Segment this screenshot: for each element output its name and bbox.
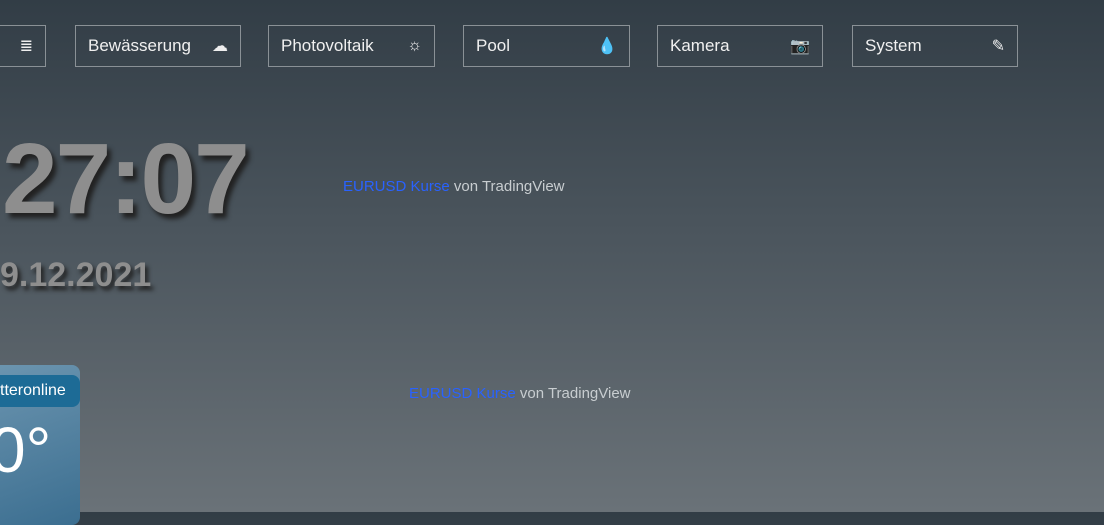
weather-temperature: 0° bbox=[0, 414, 52, 486]
nav-label: Photovoltaik bbox=[281, 36, 374, 55]
clock-time: 27:07 bbox=[2, 123, 250, 235]
tradingview-widget-2: EURUSD Kurse von TradingView bbox=[409, 385, 631, 402]
nav-kamera[interactable]: Kamera 📷 bbox=[657, 25, 823, 67]
tradingview-link[interactable]: EURUSD Kurse bbox=[343, 178, 450, 195]
menu-icon: ≣ bbox=[19, 38, 33, 55]
nav-system[interactable]: System ✎ bbox=[852, 25, 1018, 67]
nav-pool[interactable]: Pool 💧 bbox=[463, 25, 630, 67]
rain-cloud-icon: ☁ bbox=[212, 38, 228, 55]
sun-icon: ☼ bbox=[407, 37, 422, 54]
menu-button[interactable]: ≣ bbox=[0, 25, 46, 67]
tradingview-suffix: von TradingView bbox=[449, 178, 565, 195]
nav-label: Pool bbox=[476, 36, 511, 55]
tradingview-link[interactable]: EURUSD Kurse bbox=[409, 385, 516, 402]
weather-brand: tteronline bbox=[0, 375, 80, 407]
water-drop-icon: 💧 bbox=[597, 38, 617, 55]
pencil-icon: ✎ bbox=[991, 38, 1005, 55]
nav-bewaesserung[interactable]: Bewässerung ☁ bbox=[75, 25, 241, 67]
tradingview-suffix: von TradingView bbox=[515, 385, 631, 402]
tradingview-widget-1: EURUSD Kurse von TradingView bbox=[343, 178, 565, 195]
camera-icon: 📷 bbox=[790, 38, 810, 55]
nav-label: System bbox=[865, 36, 922, 55]
nav-label: Bewässerung bbox=[88, 36, 192, 55]
nav-photovoltaik[interactable]: Photovoltaik ☼ bbox=[268, 25, 435, 67]
weather-widget[interactable]: tteronline 0° bbox=[0, 365, 80, 525]
nav-label: Kamera bbox=[670, 36, 730, 55]
clock-date: 9.12.2021 bbox=[0, 256, 152, 294]
